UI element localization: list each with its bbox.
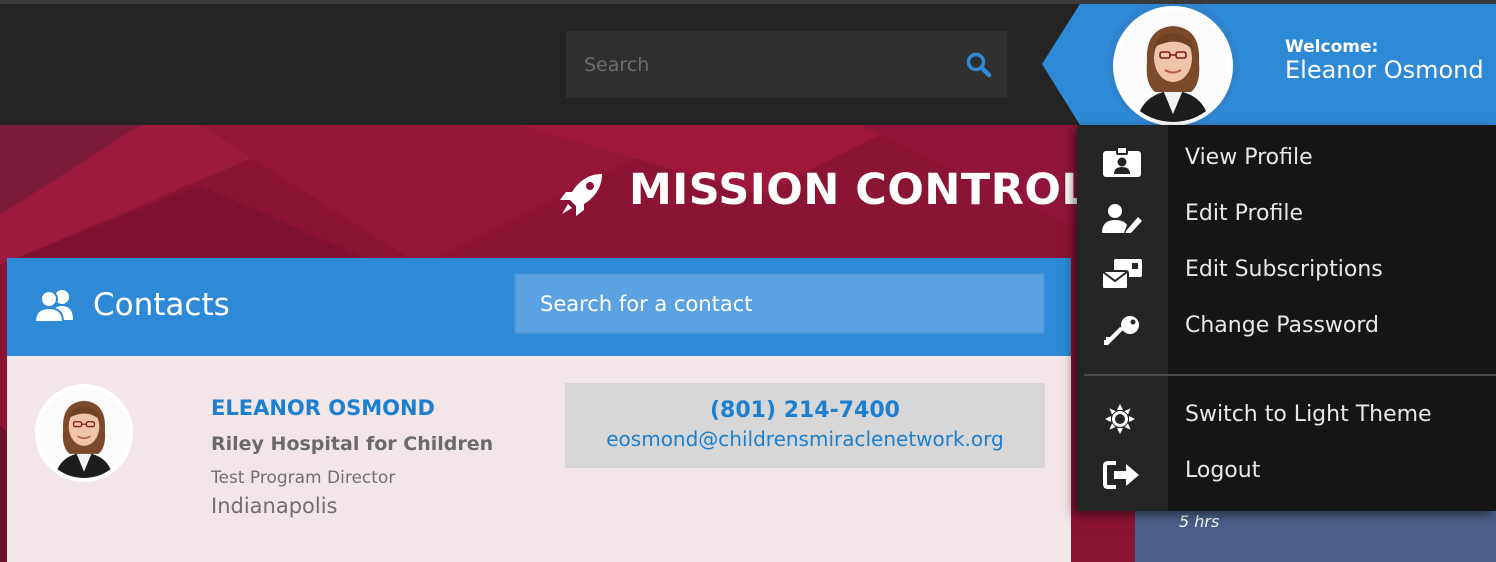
menu-item-edit-subscriptions[interactable]: Edit Subscriptions xyxy=(1077,245,1496,301)
contact-city: Indianapolis xyxy=(211,494,338,518)
mail-bulk-icon xyxy=(1102,259,1142,289)
user-edit-icon xyxy=(1102,204,1142,233)
contact-avatar[interactable] xyxy=(35,384,133,482)
menu-item-label: View Profile xyxy=(1185,145,1313,170)
sun-icon xyxy=(1105,404,1135,434)
menu-item-label: Change Password xyxy=(1185,313,1379,338)
menu-item-label: Edit Profile xyxy=(1185,201,1304,226)
contact-info-box: (801) 214-7400 eosmond@childrensmiraclen… xyxy=(565,383,1045,468)
contacts-title: Contacts xyxy=(93,287,230,323)
menu-item-change-password[interactable]: Change Password xyxy=(1077,301,1496,357)
menu-item-label: Switch to Light Theme xyxy=(1185,402,1432,427)
menu-divider xyxy=(1084,374,1496,376)
contact-portrait-icon xyxy=(39,388,129,478)
contacts-header: Contacts xyxy=(7,258,1071,356)
contacts-card: Contacts ELEANOR OSMOND Riley Hospital f… xyxy=(7,258,1071,562)
menu-item-switch-theme[interactable]: Switch to Light Theme xyxy=(1077,390,1496,446)
global-search xyxy=(566,31,1007,98)
welcome-user-name: Eleanor Osmond xyxy=(1285,56,1484,84)
menu-item-label: Logout xyxy=(1185,458,1261,483)
contact-search-input[interactable] xyxy=(514,273,1045,334)
contact-phone-link[interactable]: (801) 214-7400 xyxy=(565,398,1045,423)
page-title: MISSION CONTROL xyxy=(629,165,1090,215)
user-portrait-icon xyxy=(1117,10,1229,122)
key-icon xyxy=(1104,316,1139,345)
welcome-label: Welcome: xyxy=(1285,37,1379,57)
contact-role: Test Program Director xyxy=(211,468,396,488)
user-menu-dropdown: View Profile Edit Profile Edit Subscript… xyxy=(1077,125,1496,511)
contact-name-link[interactable]: ELEANOR OSMOND xyxy=(211,396,435,420)
id-badge-icon xyxy=(1103,147,1141,177)
global-search-input[interactable] xyxy=(566,31,946,98)
users-icon xyxy=(33,290,73,322)
menu-item-edit-profile[interactable]: Edit Profile xyxy=(1077,189,1496,245)
activity-time: 5 hrs xyxy=(1179,512,1220,531)
search-button[interactable] xyxy=(965,51,993,79)
menu-item-logout[interactable]: Logout xyxy=(1077,446,1496,502)
menu-item-label: Edit Subscriptions xyxy=(1185,257,1383,282)
logout-icon xyxy=(1103,461,1139,489)
rocket-icon xyxy=(560,174,602,216)
menu-item-view-profile[interactable]: View Profile xyxy=(1077,133,1496,189)
user-avatar[interactable] xyxy=(1113,6,1233,126)
contact-organization: Riley Hospital for Children xyxy=(211,433,494,455)
contact-email-link[interactable]: eosmond@childrensmiraclenetwork.org xyxy=(565,427,1045,451)
search-icon xyxy=(966,52,992,78)
